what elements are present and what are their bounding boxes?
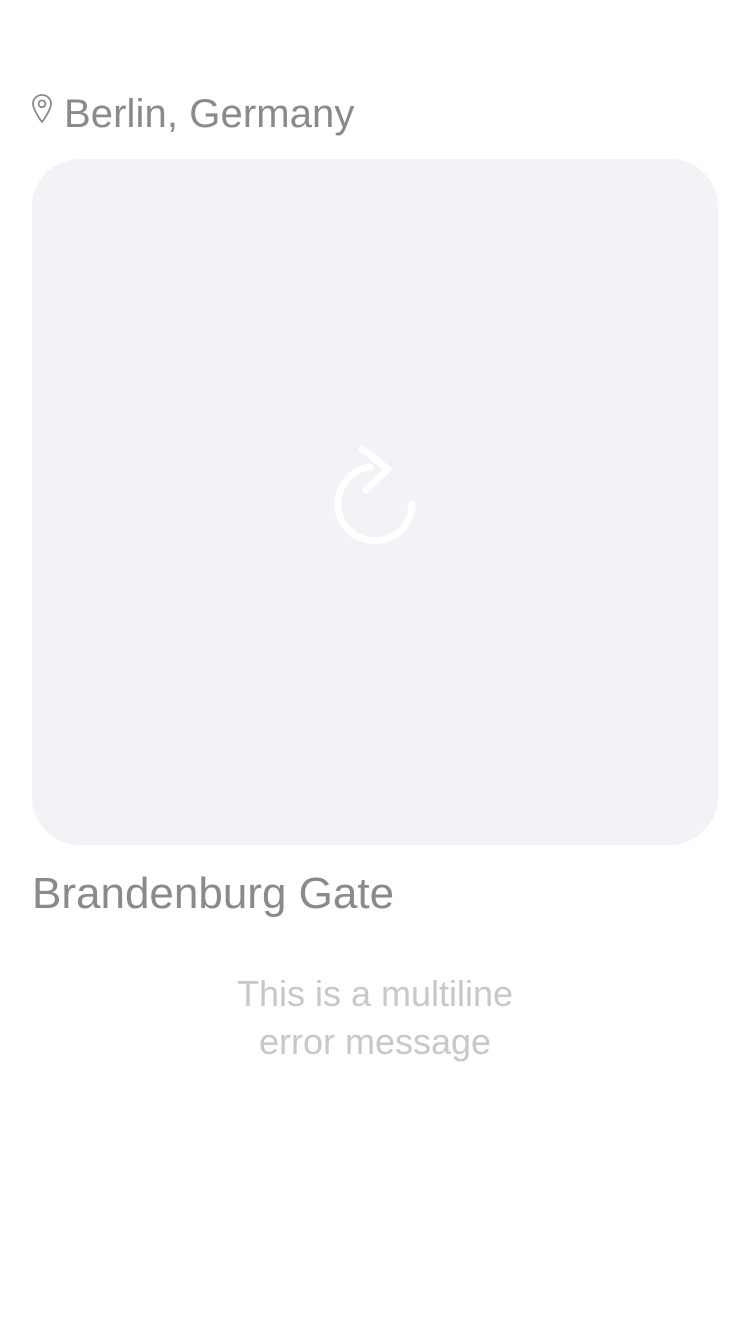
place-title: Brandenburg Gate	[32, 869, 395, 918]
retry-icon[interactable]	[323, 437, 427, 553]
location-pin-icon	[32, 94, 52, 123]
location-label: Berlin, Germany	[64, 92, 355, 136]
location-row: Berlin, Germany	[31, 88, 354, 140]
error-message: This is a multiline error message	[0, 970, 750, 1066]
error-message-line-2: error message	[258, 1021, 492, 1062]
error-message-line-1: This is a multiline	[236, 973, 514, 1014]
